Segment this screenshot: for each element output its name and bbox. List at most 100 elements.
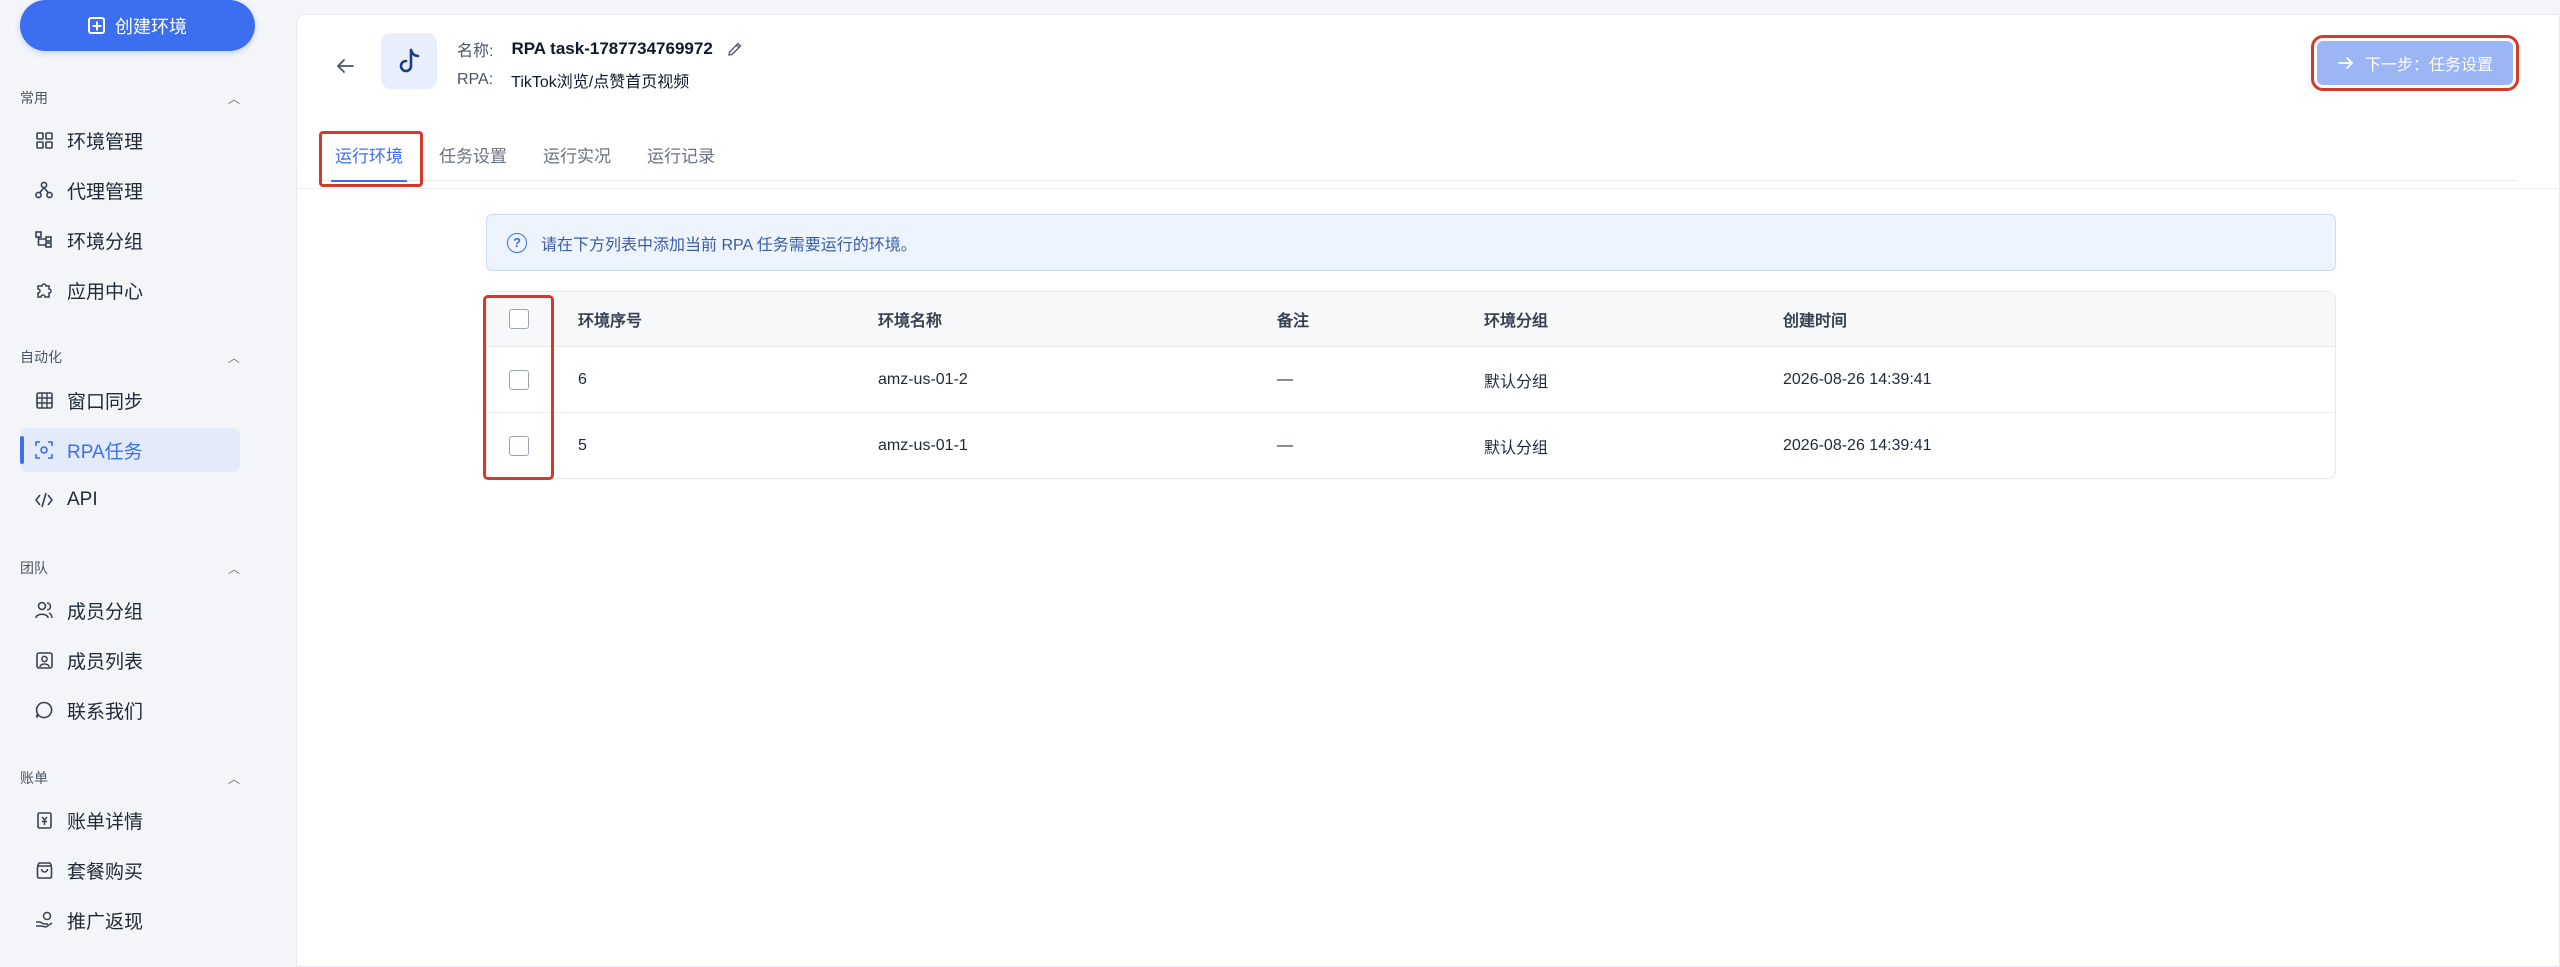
column-header: 备注 xyxy=(1277,313,1310,330)
sidebar-item-label: 代理管理 xyxy=(67,181,144,203)
sidebar: 创建环境 常用 ︿ 环境管理 代理管理 环境分组 应用中心 自动化 ︿ 窗口同步… xyxy=(0,0,290,967)
column-header: 创建时间 xyxy=(1783,313,1848,330)
sidebar-item-label: 账单详情 xyxy=(67,811,144,833)
sidebar-item-label: 成员分组 xyxy=(67,601,144,623)
sidebar-item-window-sync[interactable]: 窗口同步 xyxy=(20,378,240,422)
env-name: amz-us-01-2 xyxy=(878,370,968,388)
users-icon xyxy=(35,601,53,619)
puzzle-icon xyxy=(35,281,53,299)
sidebar-item-rpa-task[interactable]: RPA任务 xyxy=(20,428,240,472)
main-panel: 名称: RPA task-1787734769972 RPA: TikTok浏览… xyxy=(296,14,2560,967)
env-number: 6 xyxy=(578,370,587,388)
env-created-time: 2026-08-26 14:39:41 xyxy=(1783,437,1932,454)
sidebar-item-env-management[interactable]: 环境管理 xyxy=(20,118,240,162)
grid-icon xyxy=(35,131,53,149)
bill-icon xyxy=(35,811,53,829)
checkbox-highlight-box xyxy=(483,295,554,480)
tab-highlight-box xyxy=(319,131,423,187)
section-title: 账单 xyxy=(20,770,48,786)
name-label: 名称: xyxy=(457,43,494,60)
rpa-type-row: RPA: TikTok浏览/点赞首页视频 xyxy=(457,68,689,92)
sidebar-item-app-center[interactable]: 应用中心 xyxy=(20,268,240,312)
info-alert: ? 请在下方列表中添加当前 RPA 任务需要运行的环境。 xyxy=(486,214,2336,271)
tree-icon xyxy=(35,231,53,249)
sidebar-item-proxy-management[interactable]: 代理管理 xyxy=(20,168,240,212)
table-row[interactable]: 6 amz-us-01-2 — 默认分组 2026-08-26 14:39:41 xyxy=(487,347,2335,413)
tab-live-status[interactable]: 运行实况 xyxy=(525,127,629,181)
tab-label: 运行记录 xyxy=(647,146,715,166)
tab-bar: 运行环境 任务设置 运行实况 运行记录 xyxy=(317,127,2517,187)
sidebar-item-label: 推广返现 xyxy=(67,911,144,933)
question-circle-icon: ? xyxy=(507,232,527,253)
sidebar-item-label: 环境分组 xyxy=(67,231,144,253)
next-step-button[interactable]: 下一步：任务设置 xyxy=(2311,35,2519,91)
env-note: — xyxy=(1277,370,1293,388)
section-title: 团队 xyxy=(20,560,48,576)
plus-square-icon xyxy=(88,17,105,34)
tab-task-settings[interactable]: 任务设置 xyxy=(421,127,525,181)
arrow-right-icon xyxy=(2338,57,2354,69)
sidebar-item-package-purchase[interactable]: 套餐购买 xyxy=(20,848,240,892)
task-name: RPA task-1787734769972 xyxy=(511,39,713,58)
env-number: 5 xyxy=(578,437,587,454)
column-header: 环境名称 xyxy=(878,313,943,330)
divider xyxy=(297,188,2560,189)
task-name-row: 名称: RPA task-1787734769972 xyxy=(457,37,743,61)
rpa-icon xyxy=(35,441,53,459)
env-group: 默认分组 xyxy=(1484,373,1549,391)
sidebar-item-member-group[interactable]: 成员分组 xyxy=(20,588,240,632)
chevron-up-icon: ︿ xyxy=(227,91,240,106)
sidebar-item-env-group[interactable]: 环境分组 xyxy=(20,218,240,262)
chat-icon xyxy=(35,701,53,719)
section-title: 常用 xyxy=(20,90,48,106)
tiktok-icon xyxy=(381,33,437,89)
column-header: 环境序号 xyxy=(578,313,643,330)
table-icon xyxy=(35,391,53,409)
chevron-up-icon: ︿ xyxy=(227,771,240,786)
code-icon xyxy=(35,491,53,509)
sidebar-item-api[interactable]: API xyxy=(20,478,240,522)
tab-label: 运行实况 xyxy=(543,146,611,166)
network-icon xyxy=(35,181,53,199)
section-team[interactable]: 团队 ︿ xyxy=(20,558,240,578)
section-title: 自动化 xyxy=(20,349,62,365)
sidebar-item-label: 窗口同步 xyxy=(67,391,144,413)
section-common[interactable]: 常用 ︿ xyxy=(20,88,240,108)
tab-run-records[interactable]: 运行记录 xyxy=(629,127,733,181)
environment-table: 环境序号 环境名称 备注 环境分组 创建时间 6 amz-us-01-2 — 默… xyxy=(486,291,2336,479)
env-created-time: 2026-08-26 14:39:41 xyxy=(1783,370,1932,388)
rpa-label: RPA: xyxy=(457,71,494,88)
section-billing[interactable]: 账单 ︿ xyxy=(20,768,240,788)
sidebar-item-label: 套餐购买 xyxy=(67,861,144,883)
rpa-type: TikTok浏览/点赞首页视频 xyxy=(511,74,690,91)
create-environment-button[interactable]: 创建环境 xyxy=(20,0,255,51)
table-row[interactable]: 5 amz-us-01-1 — 默认分组 2026-08-26 14:39:41 xyxy=(487,413,2335,478)
hand-coin-icon xyxy=(35,911,53,929)
create-environment-label: 创建环境 xyxy=(115,16,187,37)
column-header: 环境分组 xyxy=(1484,313,1549,330)
sidebar-item-label: API xyxy=(67,489,98,510)
info-text: 请在下方列表中添加当前 RPA 任务需要运行的环境。 xyxy=(541,236,917,254)
table-header-row: 环境序号 环境名称 备注 环境分组 创建时间 xyxy=(487,292,2335,347)
section-automation[interactable]: 自动化 ︿ xyxy=(20,347,240,367)
chevron-up-icon: ︿ xyxy=(227,561,240,576)
env-group: 默认分组 xyxy=(1484,440,1549,457)
sidebar-item-referral-cashback[interactable]: 推广返现 xyxy=(20,898,240,942)
back-arrow-icon[interactable] xyxy=(333,55,357,79)
tab-label: 任务设置 xyxy=(439,146,507,166)
sidebar-item-member-list[interactable]: 成员列表 xyxy=(20,638,240,682)
sidebar-item-label: 成员列表 xyxy=(67,651,144,673)
env-note: — xyxy=(1277,437,1293,454)
env-name: amz-us-01-1 xyxy=(878,437,968,454)
chevron-up-icon: ︿ xyxy=(227,350,240,365)
tab-run-environment[interactable]: 运行环境 xyxy=(317,127,423,187)
sidebar-item-contact-us[interactable]: 联系我们 xyxy=(20,688,240,732)
sidebar-item-label: 联系我们 xyxy=(67,701,144,723)
bag-icon xyxy=(35,861,53,879)
next-step-label: 下一步：任务设置 xyxy=(2364,57,2493,74)
sidebar-item-label: RPA任务 xyxy=(67,441,143,463)
edit-pencil-icon[interactable] xyxy=(727,41,743,57)
sidebar-item-label: 应用中心 xyxy=(67,281,144,303)
user-card-icon xyxy=(35,651,53,669)
sidebar-item-bill-detail[interactable]: 账单详情 xyxy=(20,798,240,842)
